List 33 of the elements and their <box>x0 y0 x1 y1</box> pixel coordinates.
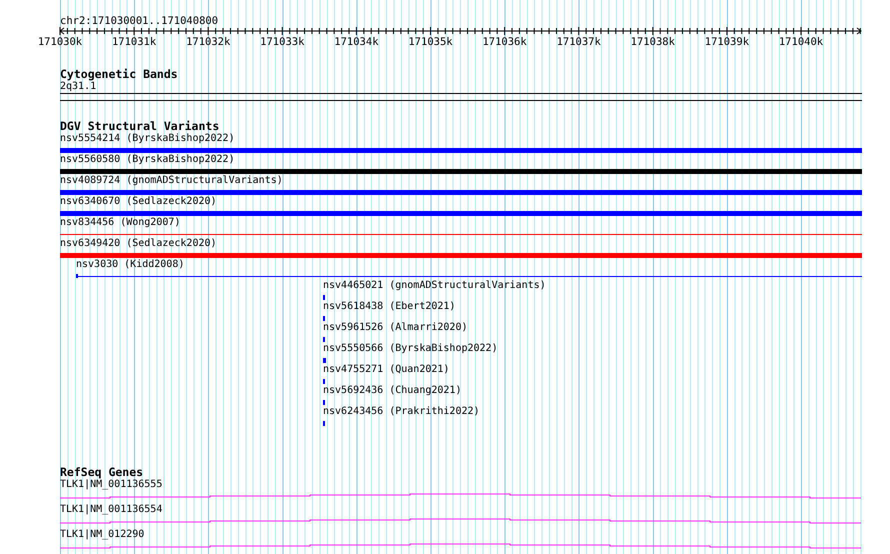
ruler-tick-label: 171034k <box>334 36 379 48</box>
gene-label: TLK1|NM_001136554 <box>60 504 162 516</box>
track-title: Cytogenetic Bands <box>60 68 178 81</box>
variant-label: nsv4755271 (Quan2021) <box>323 364 450 376</box>
ruler-tick-label: 171031k <box>112 36 156 48</box>
variant-label: nsv5554214 (ByrskaBishop2022) <box>60 133 235 145</box>
variant-label: nsv6243456 (Prakrithi2022) <box>323 406 480 418</box>
variant-label: nsv5550566 (ByrskaBishop2022) <box>323 343 498 355</box>
gene-label: TLK1|NM_012290 <box>60 529 144 541</box>
variant-label: nsv4465021 (gnomADStructuralVariants) <box>323 280 546 292</box>
ruler-position-label: chr2:171030001..171040800 <box>60 15 218 27</box>
band-label: 2q31.1 <box>60 81 96 93</box>
ruler-tick-label: 171040k <box>778 36 824 48</box>
variant-label: nsv5961526 (Almarri2020) <box>323 322 468 334</box>
ruler-tick-label: 171037k <box>556 36 601 48</box>
track-title: RefSeq Genes <box>60 466 144 479</box>
track-title: DGV Structural Variants <box>60 120 220 133</box>
ruler-tick-label: 171032k <box>186 36 230 48</box>
variant-label: nsv3030 (Kidd2008) <box>76 259 184 271</box>
ruler-tick-label: 171035k <box>408 36 453 48</box>
variant-label: nsv6349420 (Sedlazeck2020) <box>60 238 217 250</box>
ruler-tick-label: 171030k <box>38 36 82 48</box>
ruler-tick-label: 171036k <box>482 36 527 48</box>
variant-label: nsv5560580 (ByrskaBishop2022) <box>60 154 235 166</box>
variant-label: nsv5692436 (Chuang2021) <box>323 385 462 397</box>
variant-label: nsv4089724 (gnomADStructuralVariants) <box>60 175 283 187</box>
ruler-tick-label: 171033k <box>260 36 304 48</box>
ruler-tick-label: 171039k <box>704 36 750 48</box>
ruler-tick-label: 171038k <box>630 36 675 48</box>
variant-label: nsv5618438 (Ebert2021) <box>323 301 456 313</box>
variant-label: nsv6340670 (Sedlazeck2020) <box>60 196 217 208</box>
variant-label: nsv834456 (Wong2007) <box>60 217 180 229</box>
gene-label: TLK1|NM_001136555 <box>60 479 162 491</box>
